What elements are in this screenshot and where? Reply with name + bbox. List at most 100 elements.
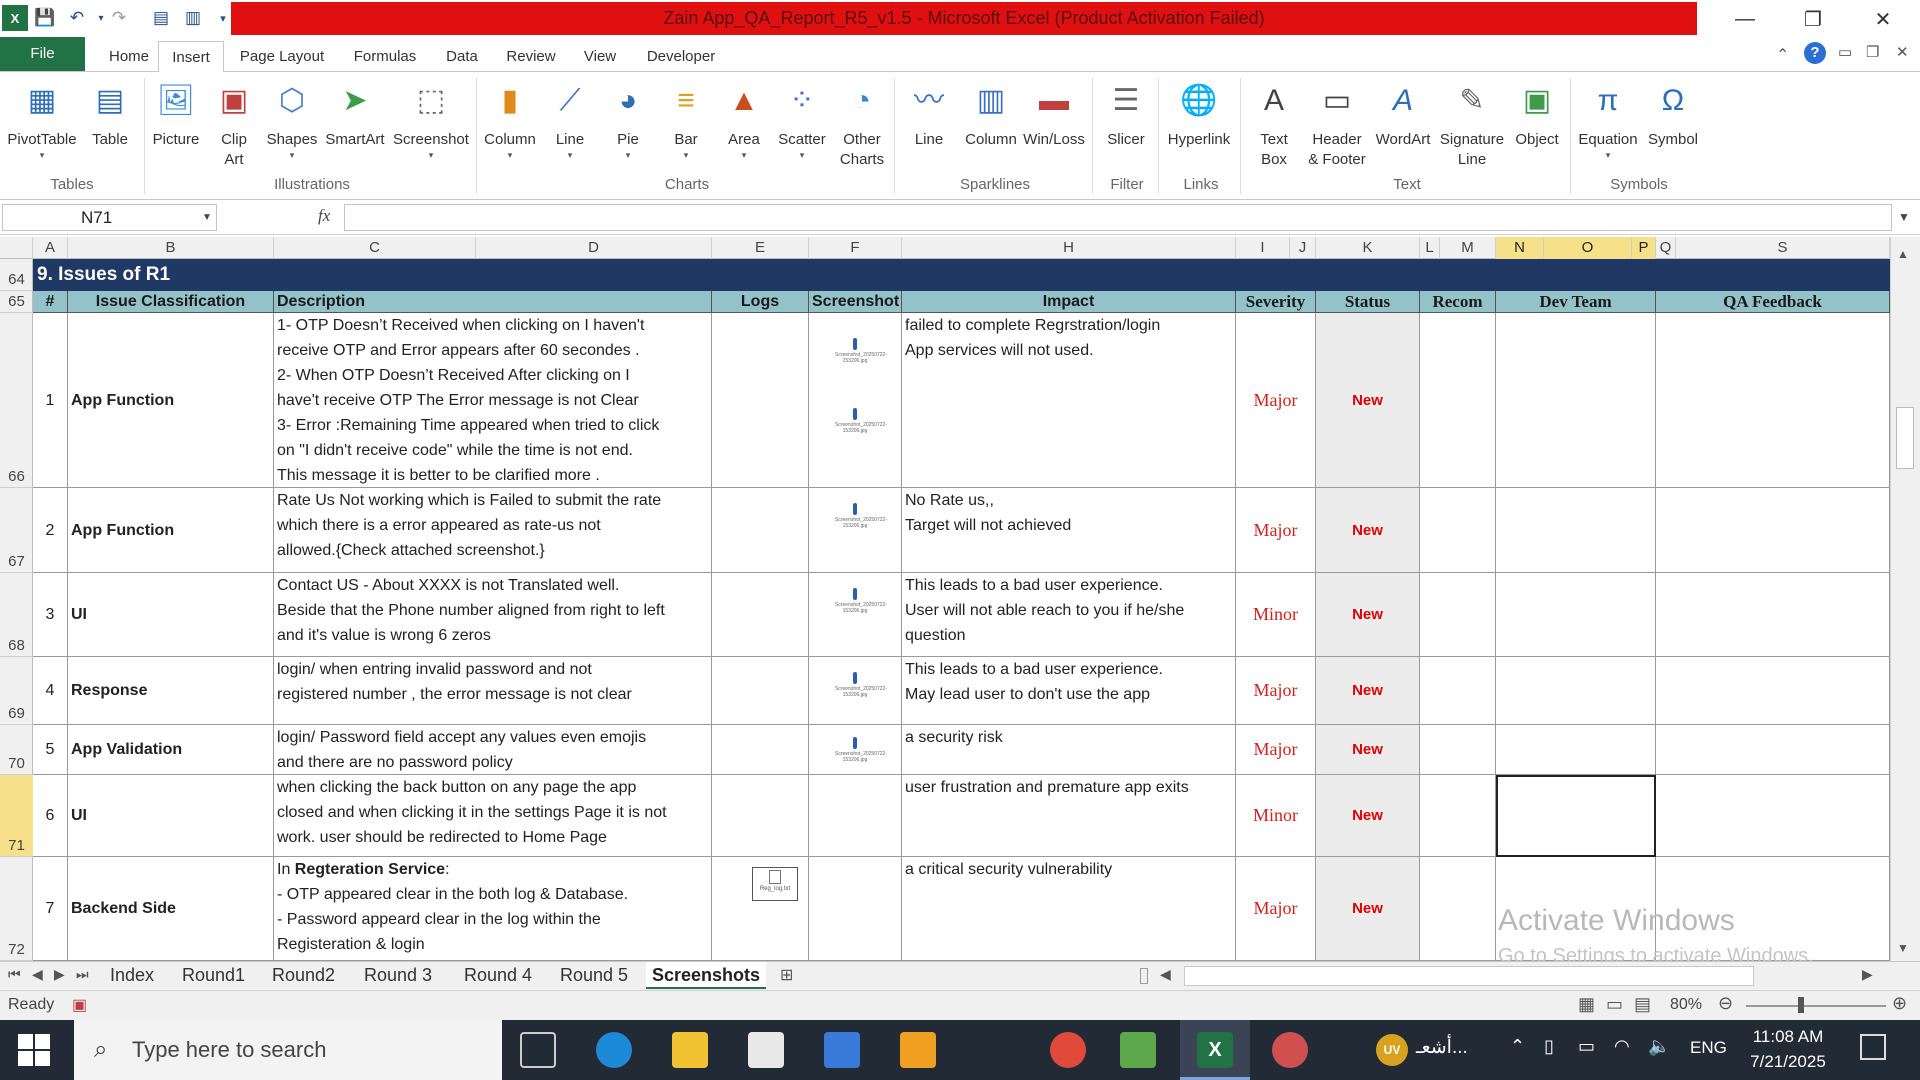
recom-cell[interactable] <box>1420 657 1496 725</box>
screenshot-cell[interactable] <box>809 775 902 857</box>
hyperlink-button[interactable]: 🌐 Hyperlink <box>1162 78 1236 150</box>
issue-status[interactable]: New <box>1316 488 1420 573</box>
quick-print-icon[interactable]: ▥ <box>180 5 206 31</box>
qa-feedback-cell[interactable] <box>1656 775 1890 857</box>
issue-status[interactable]: New <box>1316 313 1420 488</box>
col-header-q[interactable]: Q <box>1656 237 1676 259</box>
select-all-corner[interactable] <box>0 237 33 259</box>
sheet-tab-round4[interactable]: Round 4 <box>458 962 538 989</box>
screenshot-cell[interactable] <box>809 573 902 657</box>
issue-number[interactable]: 6 <box>33 775 68 857</box>
object-button[interactable]: ▣ Object <box>1510 78 1564 150</box>
name-box[interactable]: N71 <box>2 204 217 231</box>
issue-impact[interactable]: No Rate us,, Target will not achieved <box>902 488 1236 573</box>
workbook-restore-icon[interactable]: ❐ <box>1866 43 1879 61</box>
screenshot-thumbnail[interactable]: Screenshot_20250722-153206.jpg <box>835 588 887 614</box>
issue-severity[interactable]: Major <box>1236 857 1316 961</box>
issue-severity[interactable]: Minor <box>1236 573 1316 657</box>
redo-icon[interactable]: ↷ <box>106 5 132 31</box>
normal-view-icon[interactable]: ▦ <box>1578 994 1595 1015</box>
formula-input[interactable] <box>344 204 1892 231</box>
row-header-68[interactable]: 68 <box>0 573 33 657</box>
qa-feedback-cell[interactable] <box>1656 313 1890 488</box>
tab-view[interactable]: View <box>576 41 624 72</box>
issue-impact[interactable]: failed to complete Regrstration/login App… <box>902 313 1236 488</box>
issue-status[interactable]: New <box>1316 657 1420 725</box>
col-header-e[interactable]: E <box>712 237 809 259</box>
excel-taskbar-button[interactable]: X <box>1180 1020 1250 1080</box>
tab-insert[interactable]: Insert <box>158 41 224 73</box>
header-description[interactable]: Description <box>274 291 712 313</box>
col-header-i[interactable]: I <box>1236 237 1290 259</box>
sheet-tab-round2[interactable]: Round2 <box>266 962 341 989</box>
tab-data[interactable]: Data <box>438 41 486 72</box>
minimize-button[interactable]: — <box>1720 4 1770 34</box>
header-severity[interactable]: Severity <box>1236 291 1316 313</box>
col-header-c[interactable]: C <box>274 237 476 259</box>
screenshot-cell[interactable] <box>809 857 902 961</box>
qa-feedback-cell[interactable] <box>1656 488 1890 573</box>
qa-feedback-cell[interactable] <box>1656 573 1890 657</box>
wifi-icon[interactable]: ◠ <box>1614 1036 1630 1057</box>
issue-number[interactable]: 3 <box>33 573 68 657</box>
issue-description[interactable]: login/ when entring invalid password and… <box>274 657 712 725</box>
notification-icon[interactable] <box>1860 1034 1886 1060</box>
dev-team-cell[interactable] <box>1496 488 1656 573</box>
issue-number[interactable]: 1 <box>33 313 68 488</box>
symbol-button[interactable]: Ω Symbol <box>1642 78 1704 150</box>
col-header-l[interactable]: L <box>1420 237 1440 259</box>
issue-description[interactable]: Rate Us Not working which is Failed to s… <box>274 488 712 573</box>
tab-split-handle[interactable] <box>1140 968 1148 984</box>
clipart-button[interactable]: ▣ Clip Art <box>208 78 260 170</box>
screenshot-button[interactable]: ⬚ Screenshot ▾ <box>390 78 472 161</box>
line-chart-button[interactable]: ⟋ Line ▾ <box>542 78 598 161</box>
issue-classification[interactable]: App Validation <box>68 725 274 775</box>
tab-file[interactable]: File <box>0 37 85 71</box>
row-header-64[interactable]: 64 <box>0 259 33 291</box>
volume-icon[interactable]: 🔈 <box>1648 1036 1670 1057</box>
issue-impact[interactable]: This leads to a bad user experience. May … <box>902 657 1236 725</box>
issue-severity[interactable]: Minor <box>1236 775 1316 857</box>
row-header-67[interactable]: 67 <box>0 488 33 573</box>
issue-number[interactable]: 4 <box>33 657 68 725</box>
sheet-tab-round1[interactable]: Round1 <box>176 962 251 989</box>
task-view-icon[interactable] <box>520 1032 556 1068</box>
signature-line-button[interactable]: ✎ Signature Line <box>1436 78 1508 170</box>
logs-cell[interactable] <box>712 657 809 725</box>
vertical-scrollbar[interactable]: ▲ ▼ <box>1890 237 1920 961</box>
header-screenshot[interactable]: Screenshot <box>809 291 902 313</box>
issue-classification[interactable]: Response <box>68 657 274 725</box>
winloss-button[interactable]: ▬ Win/Loss <box>1022 78 1086 150</box>
qa-feedback-cell[interactable] <box>1656 657 1890 725</box>
header-logs[interactable]: Logs <box>712 291 809 313</box>
row-header-65[interactable]: 65 <box>0 291 33 313</box>
insert-function-icon[interactable]: fx <box>318 206 330 226</box>
show-hidden-icons-icon[interactable]: ⌃ <box>1510 1036 1525 1057</box>
workbook-minimize-icon[interactable]: ▭ <box>1838 43 1852 61</box>
file-explorer-icon[interactable] <box>672 1032 708 1068</box>
recom-cell[interactable] <box>1420 573 1496 657</box>
issue-impact[interactable]: This leads to a bad user experience. User… <box>902 573 1236 657</box>
taskbar-search[interactable]: ⌕ Type here to search <box>74 1020 502 1080</box>
recom-cell[interactable] <box>1420 857 1496 961</box>
header-num[interactable]: # <box>33 291 68 313</box>
issue-number[interactable]: 2 <box>33 488 68 573</box>
col-header-p[interactable]: P <box>1632 237 1656 259</box>
tab-formulas[interactable]: Formulas <box>344 41 426 72</box>
header-recom[interactable]: Recom <box>1420 291 1496 313</box>
logs-cell[interactable] <box>712 313 809 488</box>
selected-cell-n71[interactable] <box>1496 775 1656 857</box>
save-icon[interactable]: 💾 <box>32 5 58 31</box>
area-chart-button[interactable]: ▲ Area ▾ <box>716 78 772 161</box>
zoom-in-icon[interactable]: ⊕ <box>1892 993 1907 1014</box>
issue-description[interactable]: login/ Password field accept any values … <box>274 725 712 775</box>
insert-sheet-icon[interactable]: ⊞ <box>780 965 793 985</box>
store-icon[interactable] <box>748 1032 784 1068</box>
dev-team-cell[interactable] <box>1496 573 1656 657</box>
header-qa-feedback[interactable]: QA Feedback <box>1656 291 1890 313</box>
col-header-n[interactable]: N <box>1496 237 1544 259</box>
issue-description[interactable]: Contact US - About XXXX is not Translate… <box>274 573 712 657</box>
picture-button[interactable]: 🖼 Picture <box>148 78 204 150</box>
issue-classification[interactable]: UI <box>68 775 274 857</box>
recom-cell[interactable] <box>1420 488 1496 573</box>
